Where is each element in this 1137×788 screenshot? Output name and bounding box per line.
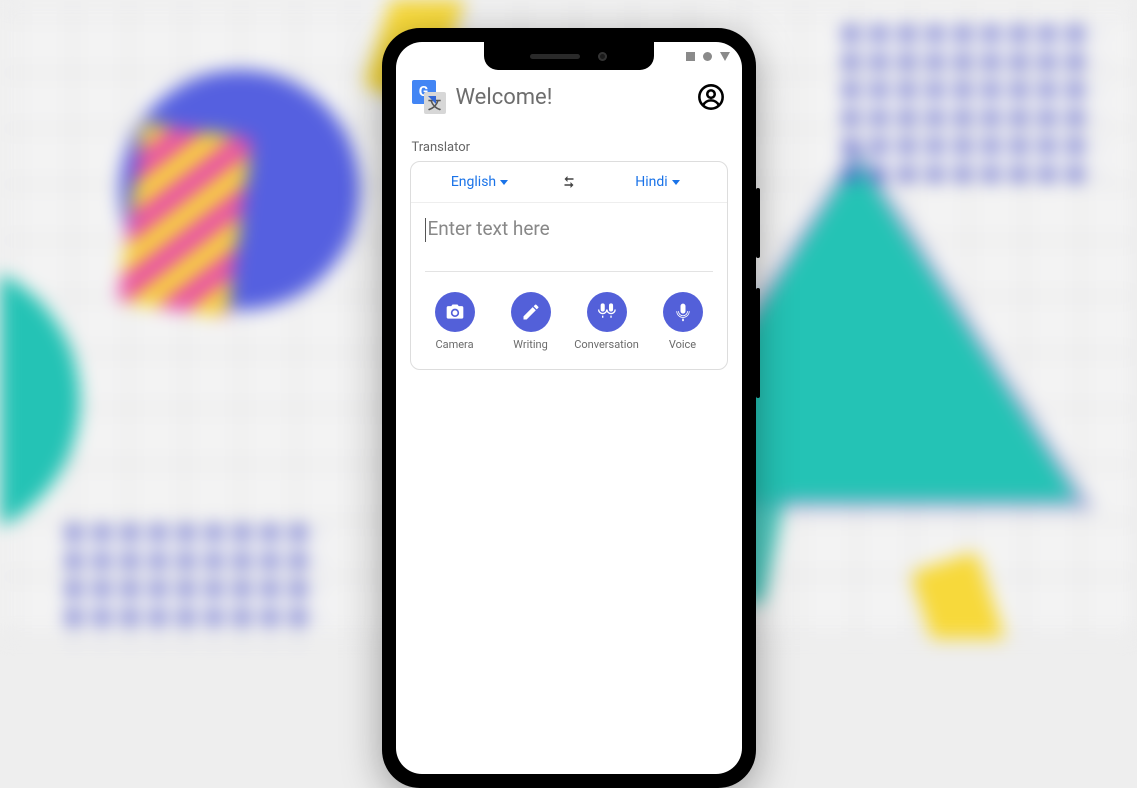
phone-frame: G 文 Welcome! Translator Engl	[382, 28, 756, 788]
camera-icon	[445, 302, 465, 322]
mode-label: Writing	[513, 338, 548, 351]
chevron-down-icon	[672, 180, 680, 185]
phone-side-button	[756, 188, 760, 258]
two-mics-icon	[597, 302, 617, 322]
status-indicator-icon	[720, 52, 730, 61]
mic-icon	[673, 302, 693, 322]
source-language-label: English	[451, 174, 496, 190]
section-label: Translator	[412, 140, 726, 155]
page-title: Welcome!	[456, 85, 686, 110]
account-button[interactable]	[696, 82, 726, 112]
status-indicator-icon	[703, 52, 712, 61]
translate-logo-icon: G 文	[412, 80, 446, 114]
status-indicator-icon	[686, 52, 695, 61]
input-modes: Camera Writing	[411, 278, 727, 369]
phone-notch	[484, 42, 654, 70]
text-cursor-icon	[425, 218, 426, 242]
text-input[interactable]: Enter text here	[425, 217, 713, 257]
source-language-selector[interactable]: English	[411, 174, 549, 190]
divider	[425, 271, 713, 272]
mode-label: Conversation	[574, 338, 639, 351]
account-circle-icon	[697, 83, 725, 111]
language-bar: English Hindi	[411, 162, 727, 203]
pencil-icon	[521, 302, 541, 322]
phone-side-button	[756, 288, 760, 398]
mode-camera-button[interactable]: Camera	[421, 292, 489, 351]
mode-writing-button[interactable]: Writing	[497, 292, 565, 351]
swap-languages-button[interactable]	[549, 173, 589, 191]
translator-card: English Hindi	[410, 161, 728, 370]
app-header: G 文 Welcome!	[410, 76, 728, 122]
phone-screen: G 文 Welcome! Translator Engl	[396, 42, 742, 774]
chevron-down-icon	[500, 180, 508, 185]
target-language-label: Hindi	[635, 174, 667, 190]
mode-voice-button[interactable]: Voice	[649, 292, 717, 351]
mode-conversation-button[interactable]: Conversation	[573, 292, 641, 351]
swap-horiz-icon	[560, 173, 578, 191]
input-placeholder: Enter text here	[428, 217, 550, 240]
target-language-selector[interactable]: Hindi	[589, 174, 727, 190]
mode-label: Voice	[669, 338, 696, 351]
mode-label: Camera	[435, 338, 473, 351]
